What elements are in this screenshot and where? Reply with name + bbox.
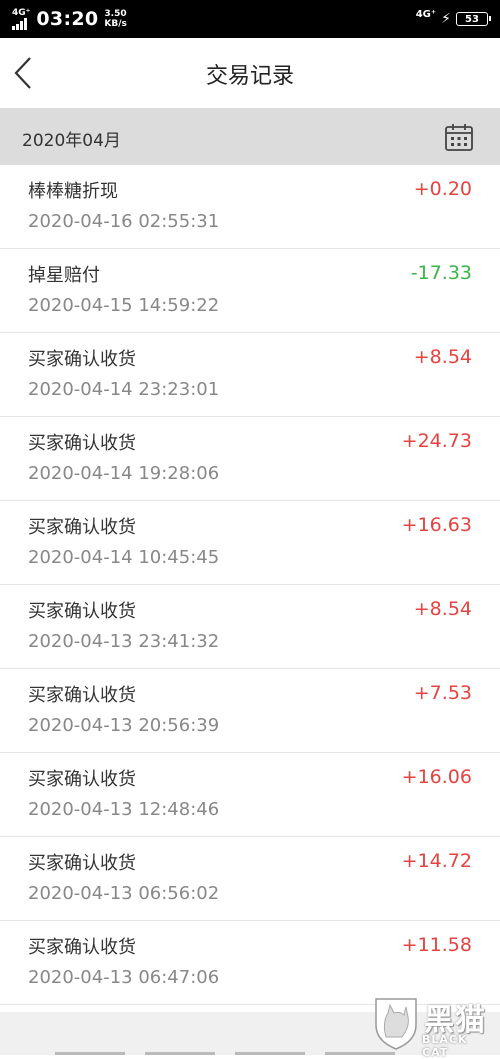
transaction-list: 棒棒糖折现 2020-04-16 02:55:31 +0.20 掉星赔付 2020-04…	[0, 165, 500, 1005]
network-speed-unit: KB/s	[104, 19, 127, 29]
watermark-text-en: BLACK CAT	[422, 1033, 468, 1059]
status-bar-right: 4G⁺ ⚡ 53	[415, 0, 491, 38]
transaction-amount: +14.72	[401, 850, 472, 872]
transaction-amount: +8.54	[413, 598, 472, 620]
status-time: 03:20	[36, 8, 99, 30]
transaction-row[interactable]: 买家确认收货 2020-04-14 10:45:45 +16.63	[0, 501, 500, 585]
transaction-name: 买家确认收货	[28, 517, 136, 538]
transaction-row[interactable]: 买家确认收货 2020-04-13 20:56:39 +7.53	[0, 669, 500, 753]
transaction-amount: +16.63	[401, 514, 472, 536]
transaction-amount: -17.33	[410, 262, 472, 284]
network-speed-value: 3.50	[104, 9, 127, 19]
transaction-datetime: 2020-04-13 06:56:02	[28, 883, 220, 904]
transaction-row[interactable]: 买家确认收货 2020-04-13 23:41:32 +8.54	[0, 585, 500, 669]
transaction-row[interactable]: 买家确认收货 2020-04-14 23:23:01 +8.54	[0, 333, 500, 417]
transaction-name: 买家确认收货	[28, 685, 136, 706]
transaction-row[interactable]: 棒棒糖折现 2020-04-16 02:55:31 +0.20	[0, 165, 500, 249]
calendar-button[interactable]	[444, 122, 474, 152]
transaction-row[interactable]: 买家确认收货 2020-04-13 06:47:06 +11.58	[0, 921, 500, 1005]
transaction-amount: +11.58	[401, 934, 472, 956]
transaction-datetime: 2020-04-13 20:56:39	[28, 715, 220, 736]
page-title: 交易记录	[205, 64, 294, 89]
transaction-datetime: 2020-04-13 23:41:32	[28, 631, 220, 652]
network-speed: 3.50 KB/s	[104, 9, 126, 29]
transaction-row[interactable]: 掉星赔付 2020-04-15 14:59:22 -17.33	[0, 249, 500, 333]
transaction-name: 掉星赔付	[28, 265, 100, 286]
month-bar: 2020年04月	[0, 108, 500, 165]
status-bar-left: 4G⁺ 03:20 3.50 KB/s	[12, 0, 127, 38]
transaction-datetime: 2020-04-14 23:23:01	[28, 379, 220, 400]
signal-bars-icon	[12, 17, 27, 30]
network-type-label: 4G⁺	[12, 7, 31, 18]
transaction-row[interactable]: 买家确认收货 2020-04-13 06:56:02 +14.72	[0, 837, 500, 921]
transaction-amount: +24.73	[401, 430, 472, 452]
transaction-name: 买家确认收货	[28, 349, 136, 370]
transaction-amount: +7.53	[413, 682, 472, 704]
network-type-label-right: 4G⁺	[415, 9, 437, 20]
transaction-name: 买家确认收货	[28, 601, 136, 622]
transaction-datetime: 2020-04-13 06:47:06	[28, 967, 220, 988]
battery-icon: 53	[456, 12, 491, 26]
app-header: 交易记录	[0, 38, 500, 108]
transaction-name: 买家确认收货	[28, 433, 136, 454]
charging-icon: ⚡	[441, 11, 451, 27]
transaction-row[interactable]: 买家确认收货 2020-04-14 19:28:06 +24.73	[0, 417, 500, 501]
signal-indicator: 4G⁺	[12, 7, 31, 30]
transaction-datetime: 2020-04-15 14:59:22	[28, 295, 220, 316]
cat-shield-icon	[375, 998, 417, 1050]
month-label: 2020年04月	[22, 131, 121, 151]
transaction-name: 棒棒糖折现	[28, 181, 118, 202]
transaction-datetime: 2020-04-14 10:45:45	[28, 547, 220, 568]
calendar-icon	[445, 124, 473, 151]
transaction-amount: +16.06	[401, 766, 472, 788]
transaction-datetime: 2020-04-14 19:28:06	[28, 463, 220, 484]
transaction-name: 买家确认收货	[28, 937, 136, 958]
transaction-row[interactable]: 买家确认收货 2020-04-13 12:48:46 +16.06	[0, 753, 500, 837]
transaction-datetime: 2020-04-13 12:48:46	[28, 799, 220, 820]
transaction-name: 买家确认收货	[28, 769, 136, 790]
transaction-datetime: 2020-04-16 02:55:31	[28, 211, 220, 232]
transaction-name: 买家确认收货	[28, 853, 136, 874]
transaction-amount: +0.20	[413, 178, 472, 200]
status-bar: 4G⁺ 03:20 3.50 KB/s 4G⁺ ⚡ 53	[0, 0, 500, 38]
watermark-logo: 黑猫 BLACK CAT	[372, 995, 492, 1059]
transaction-amount: +8.54	[413, 346, 472, 368]
